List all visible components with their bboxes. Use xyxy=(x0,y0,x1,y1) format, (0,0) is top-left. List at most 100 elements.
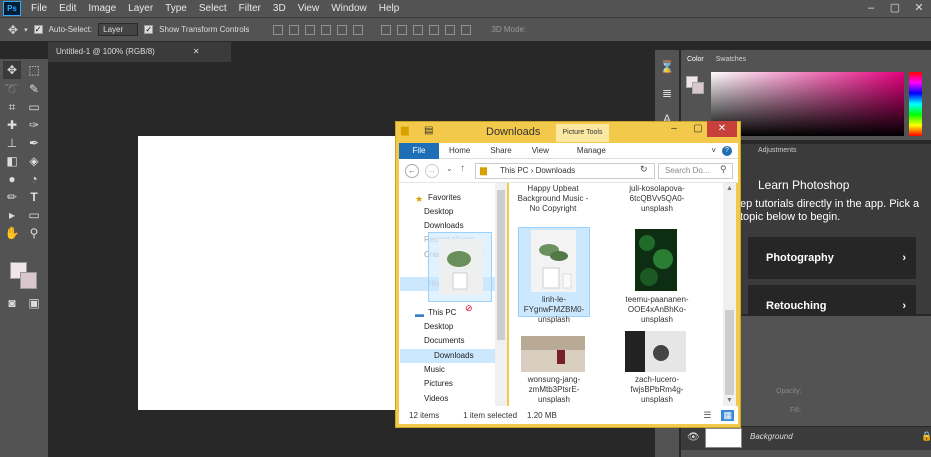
breadcrumb-root[interactable]: This PC xyxy=(500,166,528,175)
distribute-top-icon[interactable] xyxy=(381,24,392,35)
details-view-icon[interactable]: ☰ xyxy=(703,410,711,421)
color-bg-swatch[interactable] xyxy=(692,82,704,94)
distribute-vcenter-icon[interactable] xyxy=(397,24,408,35)
properties-icon[interactable]: ≣ xyxy=(658,84,676,102)
tab-swatches[interactable]: Swatches xyxy=(716,56,746,63)
document-canvas[interactable] xyxy=(138,136,398,410)
path-select-tool-icon[interactable]: ▸ xyxy=(3,206,21,224)
distribute-left-icon[interactable] xyxy=(429,24,440,35)
nav-fav-desktop[interactable]: Desktop xyxy=(410,205,453,219)
distribute-bottom-icon[interactable] xyxy=(413,24,424,35)
menu-3d[interactable]: 3D xyxy=(267,0,292,17)
minimize-icon[interactable]: – xyxy=(662,121,686,137)
refresh-icon[interactable]: ↻ xyxy=(640,164,648,175)
learn-card-photography[interactable]: Photography › xyxy=(748,237,916,279)
scroll-down-icon[interactable]: ▼ xyxy=(726,397,733,404)
tab-adjustments[interactable]: Adjustments xyxy=(758,147,797,154)
ruler-tool-icon[interactable]: ▭ xyxy=(25,98,43,116)
menu-type[interactable]: Type xyxy=(159,0,193,17)
nav-pc-documents[interactable]: Documents xyxy=(410,334,464,348)
close-icon[interactable]: ✕ xyxy=(193,47,200,56)
healing-tool-icon[interactable]: ✚ xyxy=(3,116,21,134)
menu-view[interactable]: View xyxy=(292,0,326,17)
auto-select-checkbox[interactable]: ✓ xyxy=(33,25,43,34)
chevron-down-icon[interactable]: ⌄ xyxy=(446,164,453,173)
paint-bucket-tool-icon[interactable]: ◈ xyxy=(25,152,43,170)
rectangle-tool-icon[interactable]: ▭ xyxy=(25,206,43,224)
up-arrow-icon[interactable]: ↑ xyxy=(460,163,465,174)
menu-window[interactable]: Window xyxy=(325,0,373,17)
file-item[interactable]: wonsung-jang-zmMtb3PtsrE-unsplash xyxy=(513,375,595,405)
properties-icon[interactable]: ▤ xyxy=(424,125,433,136)
hand-tool-icon[interactable]: ✋ xyxy=(3,224,21,242)
chevron-down-icon[interactable]: ▾ xyxy=(24,26,28,34)
nav-pc-downloads[interactable]: Downloads xyxy=(400,349,495,363)
clone-stamp-tool-icon[interactable]: ⊥ xyxy=(3,134,21,152)
screen-mode-icon[interactable]: ▣ xyxy=(25,294,43,312)
tab-color[interactable]: Color xyxy=(687,56,704,63)
file-item[interactable]: Happy Upbeat Background Music - No Copyr… xyxy=(512,184,594,214)
close-icon[interactable]: ✕ xyxy=(707,121,737,137)
back-icon[interactable]: ← xyxy=(405,164,419,178)
menu-file[interactable]: File xyxy=(25,0,53,17)
tab-manage[interactable]: Manage xyxy=(567,146,616,155)
tab-file[interactable]: File xyxy=(399,142,439,159)
forward-icon[interactable]: → xyxy=(425,164,439,178)
align-top-icon[interactable] xyxy=(273,24,284,35)
align-left-icon[interactable] xyxy=(321,24,332,35)
nav-this-pc[interactable]: This PC xyxy=(414,306,456,320)
tab-share[interactable]: Share xyxy=(480,146,521,155)
distribute-hcenter-icon[interactable] xyxy=(445,24,456,35)
nav-fav-downloads[interactable]: Downloads xyxy=(410,219,464,233)
nav-pc-desktop[interactable]: Desktop xyxy=(410,320,453,334)
minimize-icon[interactable]: – xyxy=(859,0,883,17)
large-icons-view-icon[interactable]: ▦ xyxy=(721,409,734,421)
move-tool-icon[interactable]: ✥ xyxy=(3,61,21,79)
chevron-down-icon[interactable]: ˅ xyxy=(711,146,716,155)
history-brush-tool-icon[interactable]: ✒ xyxy=(25,134,43,152)
quick-select-tool-icon[interactable]: ✎ xyxy=(25,80,43,98)
move-tool-icon[interactable]: ✥ xyxy=(8,23,18,37)
marquee-tool-icon[interactable]: ⬚ xyxy=(25,61,43,79)
eraser-tool-icon[interactable]: ◧ xyxy=(3,152,21,170)
nav-pc-videos[interactable]: Videos xyxy=(410,392,448,406)
show-transform-checkbox[interactable]: ✓ xyxy=(144,25,154,34)
hue-slider[interactable] xyxy=(909,72,922,136)
file-item[interactable]: teemu-paananen-OOE4xAnBhKo-unsplash xyxy=(615,295,699,325)
align-right-icon[interactable] xyxy=(353,24,364,35)
menu-filter[interactable]: Filter xyxy=(233,0,267,17)
history-icon[interactable]: ⌛ xyxy=(658,58,676,76)
crop-tool-icon[interactable]: ⌗ xyxy=(3,98,21,116)
file-item[interactable]: juli-kosolapova-6tcQBVv5QA0-unsplash xyxy=(615,184,699,214)
close-icon[interactable]: ✕ xyxy=(907,0,931,17)
dodge-tool-icon[interactable]: ◔ xyxy=(25,170,43,188)
menu-select[interactable]: Select xyxy=(193,0,233,17)
menu-layer[interactable]: Layer xyxy=(122,0,159,17)
help-icon[interactable]: ? xyxy=(722,145,732,156)
file-scroll-thumb[interactable] xyxy=(725,310,734,395)
nav-pc-pictures[interactable]: Pictures xyxy=(410,377,453,391)
scroll-up-icon[interactable]: ▲ xyxy=(726,185,733,192)
document-tab[interactable]: Untitled-1 @ 100% (RGB/8) ✕ xyxy=(48,42,231,62)
background-color-swatch[interactable] xyxy=(20,272,37,289)
menu-edit[interactable]: Edit xyxy=(53,0,82,17)
lasso-tool-icon[interactable]: ➰ xyxy=(3,80,21,98)
nav-scroll-thumb[interactable] xyxy=(497,190,505,340)
align-vcenter-icon[interactable] xyxy=(289,24,300,35)
brush-tool-icon[interactable]: ✑ xyxy=(25,116,43,134)
nav-pc-music[interactable]: Music xyxy=(410,363,445,377)
align-bottom-icon[interactable] xyxy=(305,24,316,35)
tab-view[interactable]: View xyxy=(522,146,559,155)
breadcrumb-folder[interactable]: Downloads xyxy=(536,166,576,175)
menu-image[interactable]: Image xyxy=(82,0,122,17)
tab-home[interactable]: Home xyxy=(439,146,480,155)
maximize-icon[interactable]: ▢ xyxy=(883,0,907,17)
align-hcenter-icon[interactable] xyxy=(337,24,348,35)
blur-tool-icon[interactable]: ● xyxy=(3,170,21,188)
menu-help[interactable]: Help xyxy=(373,0,406,17)
nav-favorites[interactable]: Favorites xyxy=(414,191,461,205)
pen-tool-icon[interactable]: ✏ xyxy=(3,188,21,206)
auto-select-dropdown[interactable]: Layer xyxy=(98,23,139,36)
type-tool-icon[interactable]: T xyxy=(25,188,43,206)
file-item[interactable]: zach-lucero-fwjsBPbRm4g-unsplash xyxy=(615,375,699,405)
